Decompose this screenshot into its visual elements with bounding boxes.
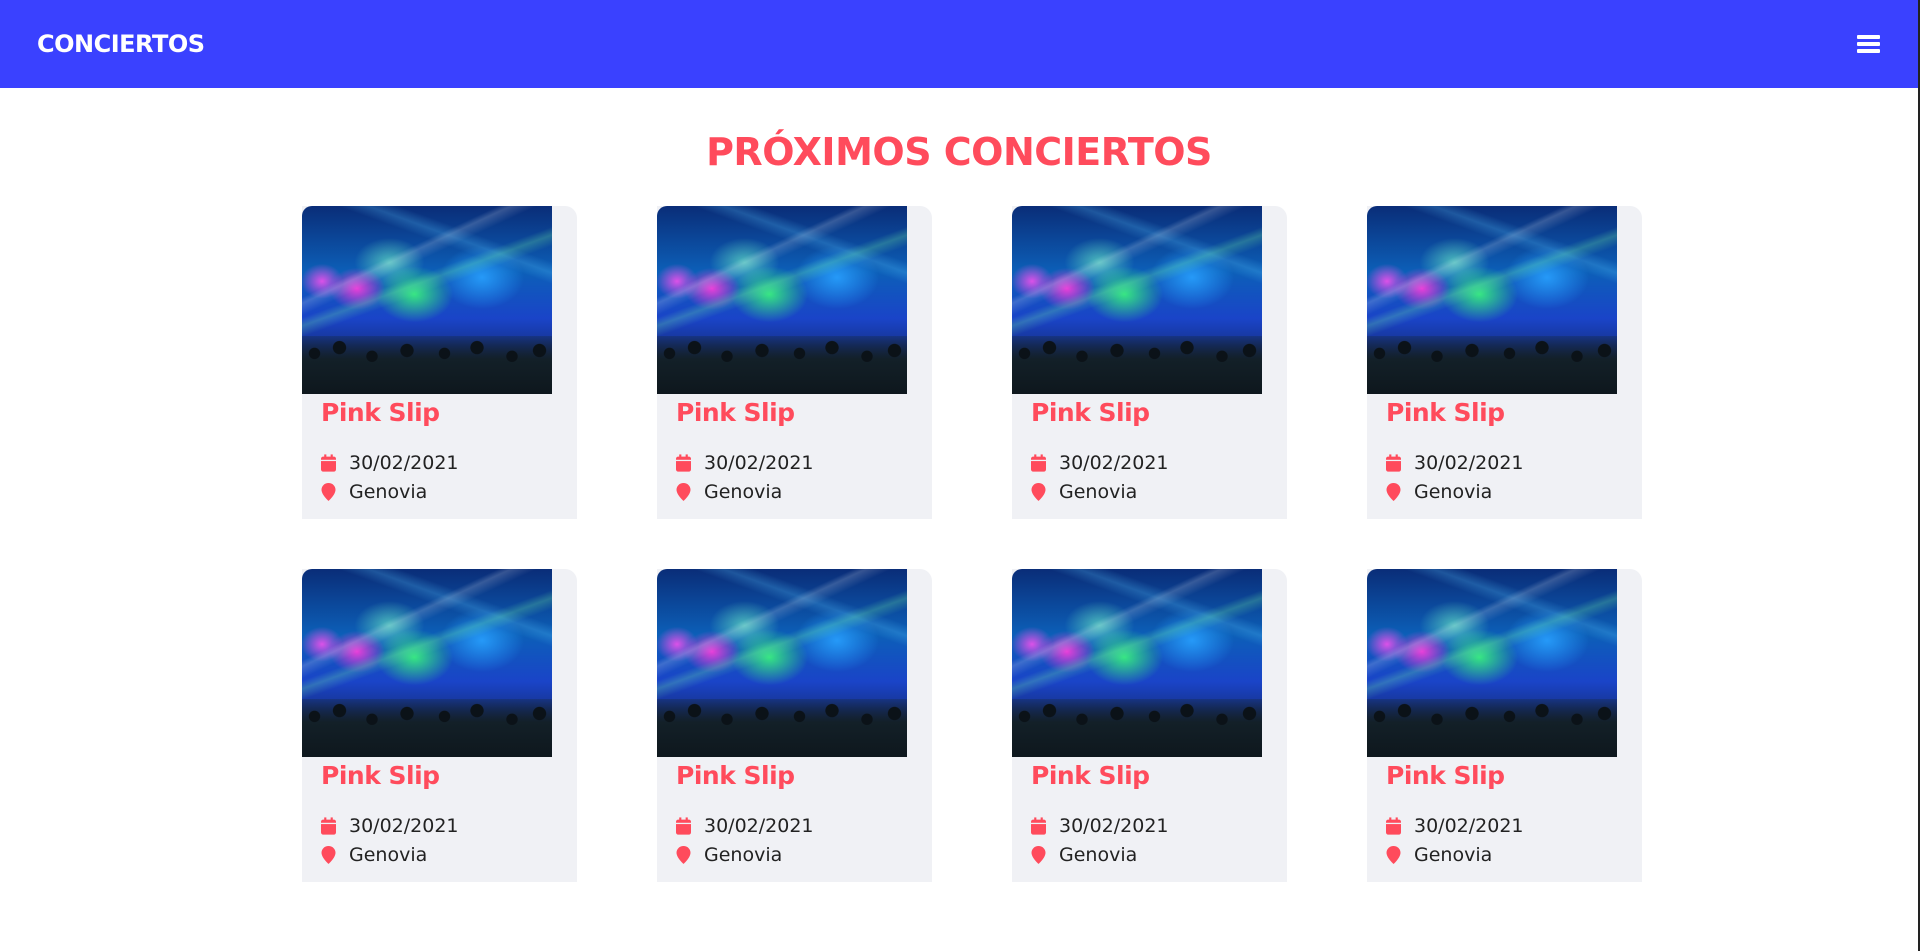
map-pin-icon: [676, 845, 691, 864]
concert-date: 30/02/2021: [321, 811, 559, 840]
concert-card[interactable]: Pink Slip 30/02/2021 Genovia: [657, 206, 932, 519]
concert-date-text: 30/02/2021: [349, 451, 459, 474]
concert-title[interactable]: Pink Slip: [1386, 398, 1624, 448]
concert-card[interactable]: Pink Slip 30/02/2021 Genovia: [1367, 569, 1642, 882]
menu-line: [1857, 49, 1880, 53]
concert-title[interactable]: Pink Slip: [321, 761, 559, 811]
concert-location-text: Genovia: [1414, 843, 1493, 866]
concert-date-text: 30/02/2021: [1414, 814, 1524, 837]
calendar-icon: [321, 453, 336, 472]
concert-location-text: Genovia: [704, 843, 783, 866]
concert-location: Genovia: [1031, 840, 1269, 869]
concert-location: Genovia: [321, 840, 559, 869]
calendar-icon: [1031, 816, 1046, 835]
brand-logo[interactable]: CONCIERTOS: [37, 30, 205, 58]
concert-card[interactable]: Pink Slip 30/02/2021 Genovia: [302, 206, 577, 519]
concert-location-text: Genovia: [1059, 480, 1138, 503]
concert-date-text: 30/02/2021: [1059, 451, 1169, 474]
navbar: CONCIERTOS: [0, 0, 1918, 88]
calendar-icon: [676, 816, 691, 835]
map-pin-icon: [321, 845, 336, 864]
concert-date-text: 30/02/2021: [704, 451, 814, 474]
concert-location-text: Genovia: [1414, 480, 1493, 503]
concert-location: Genovia: [676, 477, 914, 506]
calendar-icon: [321, 816, 336, 835]
concert-grid: Pink Slip 30/02/2021 Genovia Pink Slip 3…: [302, 206, 1642, 882]
concert-title[interactable]: Pink Slip: [676, 398, 914, 448]
concert-date-text: 30/02/2021: [1059, 814, 1169, 837]
concert-image: [1367, 206, 1617, 394]
concert-title[interactable]: Pink Slip: [1386, 761, 1624, 811]
calendar-icon: [1386, 816, 1401, 835]
concert-card[interactable]: Pink Slip 30/02/2021 Genovia: [657, 569, 932, 882]
concert-location: Genovia: [1386, 840, 1624, 869]
concert-image: [1012, 569, 1262, 757]
concert-date-text: 30/02/2021: [704, 814, 814, 837]
concert-image: [657, 569, 907, 757]
concert-date: 30/02/2021: [676, 448, 914, 477]
calendar-icon: [676, 453, 691, 472]
concert-title[interactable]: Pink Slip: [321, 398, 559, 448]
concert-card[interactable]: Pink Slip 30/02/2021 Genovia: [1367, 206, 1642, 519]
map-pin-icon: [1386, 482, 1401, 501]
concert-date: 30/02/2021: [1386, 448, 1624, 477]
concert-image: [302, 569, 552, 757]
concert-date: 30/02/2021: [1031, 811, 1269, 840]
concert-image: [1367, 569, 1617, 757]
concert-location: Genovia: [321, 477, 559, 506]
concert-image: [657, 206, 907, 394]
concert-location: Genovia: [1386, 477, 1624, 506]
concert-date: 30/02/2021: [1386, 811, 1624, 840]
concert-card[interactable]: Pink Slip 30/02/2021 Genovia: [1012, 569, 1287, 882]
concert-date-text: 30/02/2021: [1414, 451, 1524, 474]
concert-title[interactable]: Pink Slip: [1031, 761, 1269, 811]
concert-image: [1012, 206, 1262, 394]
concert-image: [302, 206, 552, 394]
map-pin-icon: [321, 482, 336, 501]
map-pin-icon: [1031, 845, 1046, 864]
concert-title[interactable]: Pink Slip: [1031, 398, 1269, 448]
concert-location-text: Genovia: [349, 843, 428, 866]
map-pin-icon: [1386, 845, 1401, 864]
concert-location-text: Genovia: [1059, 843, 1138, 866]
concert-card[interactable]: Pink Slip 30/02/2021 Genovia: [1012, 206, 1287, 519]
calendar-icon: [1031, 453, 1046, 472]
concert-location-text: Genovia: [704, 480, 783, 503]
hamburger-menu-icon[interactable]: [1857, 33, 1880, 55]
concert-date: 30/02/2021: [1031, 448, 1269, 477]
concert-title[interactable]: Pink Slip: [676, 761, 914, 811]
concert-location-text: Genovia: [349, 480, 428, 503]
concert-location: Genovia: [676, 840, 914, 869]
concert-date-text: 30/02/2021: [349, 814, 459, 837]
page-title: PRÓXIMOS CONCIERTOS: [706, 130, 1212, 174]
concert-card[interactable]: Pink Slip 30/02/2021 Genovia: [302, 569, 577, 882]
map-pin-icon: [1031, 482, 1046, 501]
concert-date: 30/02/2021: [676, 811, 914, 840]
concert-date: 30/02/2021: [321, 448, 559, 477]
menu-line: [1857, 35, 1880, 39]
menu-line: [1857, 42, 1880, 46]
concert-location: Genovia: [1031, 477, 1269, 506]
calendar-icon: [1386, 453, 1401, 472]
map-pin-icon: [676, 482, 691, 501]
